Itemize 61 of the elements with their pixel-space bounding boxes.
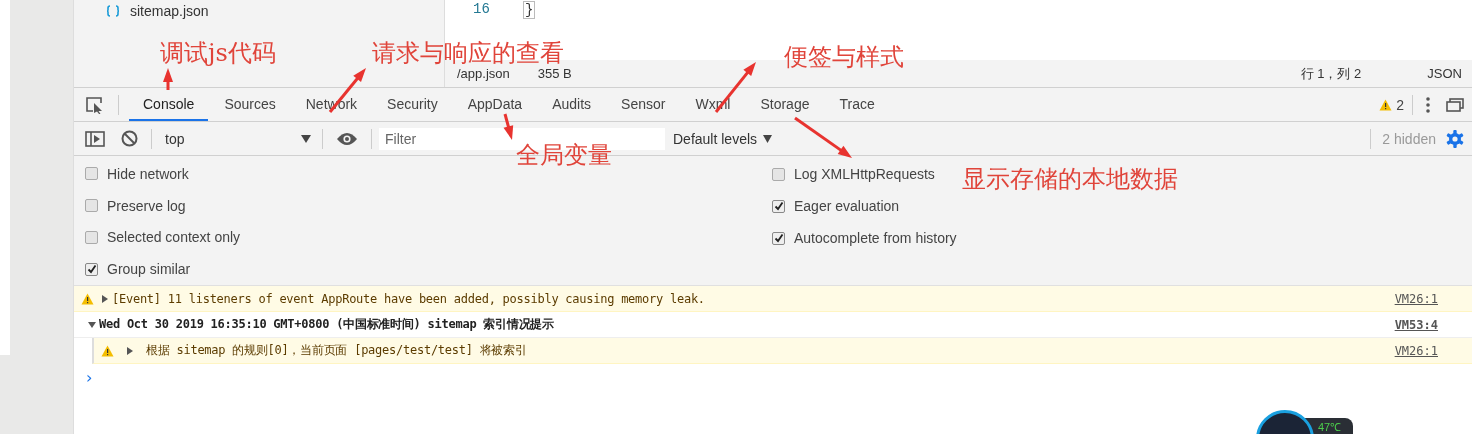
- checkbox[interactable]: [85, 167, 98, 181]
- warning-icon: [81, 292, 94, 305]
- hidden-count: 2 hidden: [1382, 130, 1436, 147]
- devtools-tab[interactable]: Audits: [538, 88, 606, 121]
- settings-icon[interactable]: [1446, 129, 1464, 148]
- eye-icon[interactable]: [336, 131, 358, 146]
- expand-caret-icon[interactable]: [88, 320, 96, 329]
- more-menu-icon[interactable]: [1426, 96, 1430, 113]
- devtools-tab[interactable]: AppData: [453, 88, 537, 121]
- devtools-tab[interactable]: Sensor: [607, 88, 680, 121]
- checkbox[interactable]: [772, 231, 785, 245]
- devtools-tab[interactable]: Trace: [825, 88, 889, 121]
- file-path: /app.json: [457, 66, 510, 81]
- sidebar-toggle-icon[interactable]: [85, 130, 105, 147]
- setting-option[interactable]: Preserve log: [85, 189, 186, 222]
- checkbox[interactable]: [772, 199, 785, 213]
- setting-option[interactable]: Log XMLHttpRequests: [772, 158, 935, 190]
- setting-option[interactable]: Autocomplete from history: [772, 222, 957, 254]
- warning-icon: [101, 344, 114, 357]
- checkbox[interactable]: [85, 262, 98, 276]
- json-file-icon: [106, 5, 120, 17]
- setting-option[interactable]: Hide network: [85, 158, 189, 190]
- source-link[interactable]: VM26:1: [1394, 291, 1438, 306]
- checkbox[interactable]: [85, 230, 98, 244]
- checkbox[interactable]: [772, 167, 785, 181]
- context-dropdown[interactable]: top: [157, 130, 317, 147]
- dock-window-icon[interactable]: [1446, 97, 1464, 112]
- arrow: [503, 113, 514, 140]
- annotation-text: 请求与响应的查看: [372, 40, 564, 66]
- cursor-position: 行 1，列 2: [1300, 64, 1362, 83]
- arrow: [163, 68, 173, 90]
- prompt-caret[interactable]: ›: [86, 368, 93, 387]
- setting-option[interactable]: Group similar: [85, 253, 191, 285]
- message-text: Wed Oct 30 2019 16:35:10 GMT+0800 (中国标准时间) sitemap 索引情况提示: [99, 316, 554, 333]
- log-levels-dropdown[interactable]: Default levels: [665, 130, 781, 147]
- code-text: }: [523, 1, 536, 19]
- line-number: 16: [473, 1, 491, 17]
- annotation-text: 便签与样式: [784, 44, 904, 70]
- devtools-tab[interactable]: Storage: [746, 88, 824, 121]
- expand-caret-icon[interactable]: [126, 346, 134, 355]
- source-link[interactable]: VM26:1: [1394, 343, 1438, 358]
- annotation-text: 显示存储的本地数据: [962, 166, 1178, 192]
- checkbox[interactable]: [85, 199, 98, 213]
- setting-option[interactable]: Selected context only: [85, 221, 241, 254]
- expand-caret-icon[interactable]: [101, 294, 109, 303]
- annotation-text: 调试js代码: [160, 40, 276, 66]
- devtools-tab[interactable]: Sources: [210, 88, 290, 121]
- clear-console-icon[interactable]: [121, 130, 138, 147]
- dropdown-caret-icon: [763, 134, 773, 143]
- warning-count[interactable]: 2: [1379, 96, 1404, 113]
- message-text: 根据 sitemap 的规则[0]，当前页面 [pages/test/test] 将被索引: [146, 342, 527, 359]
- file-size: 355 B: [537, 66, 572, 81]
- source-link[interactable]: VM53:4: [1394, 317, 1438, 332]
- file-item[interactable]: sitemap.json: [106, 0, 444, 22]
- devtools-tab[interactable]: Security: [373, 88, 452, 121]
- inspect-icon[interactable]: [85, 95, 105, 114]
- arrow: [794, 116, 852, 158]
- setting-option[interactable]: Eager evaluation: [772, 190, 900, 222]
- language-mode: JSON: [1427, 66, 1462, 81]
- dropdown-caret-icon: [301, 134, 311, 143]
- message-text: [Event] 11 listeners of event AppRoute have been added, possibly causing memory leak.: [112, 291, 705, 306]
